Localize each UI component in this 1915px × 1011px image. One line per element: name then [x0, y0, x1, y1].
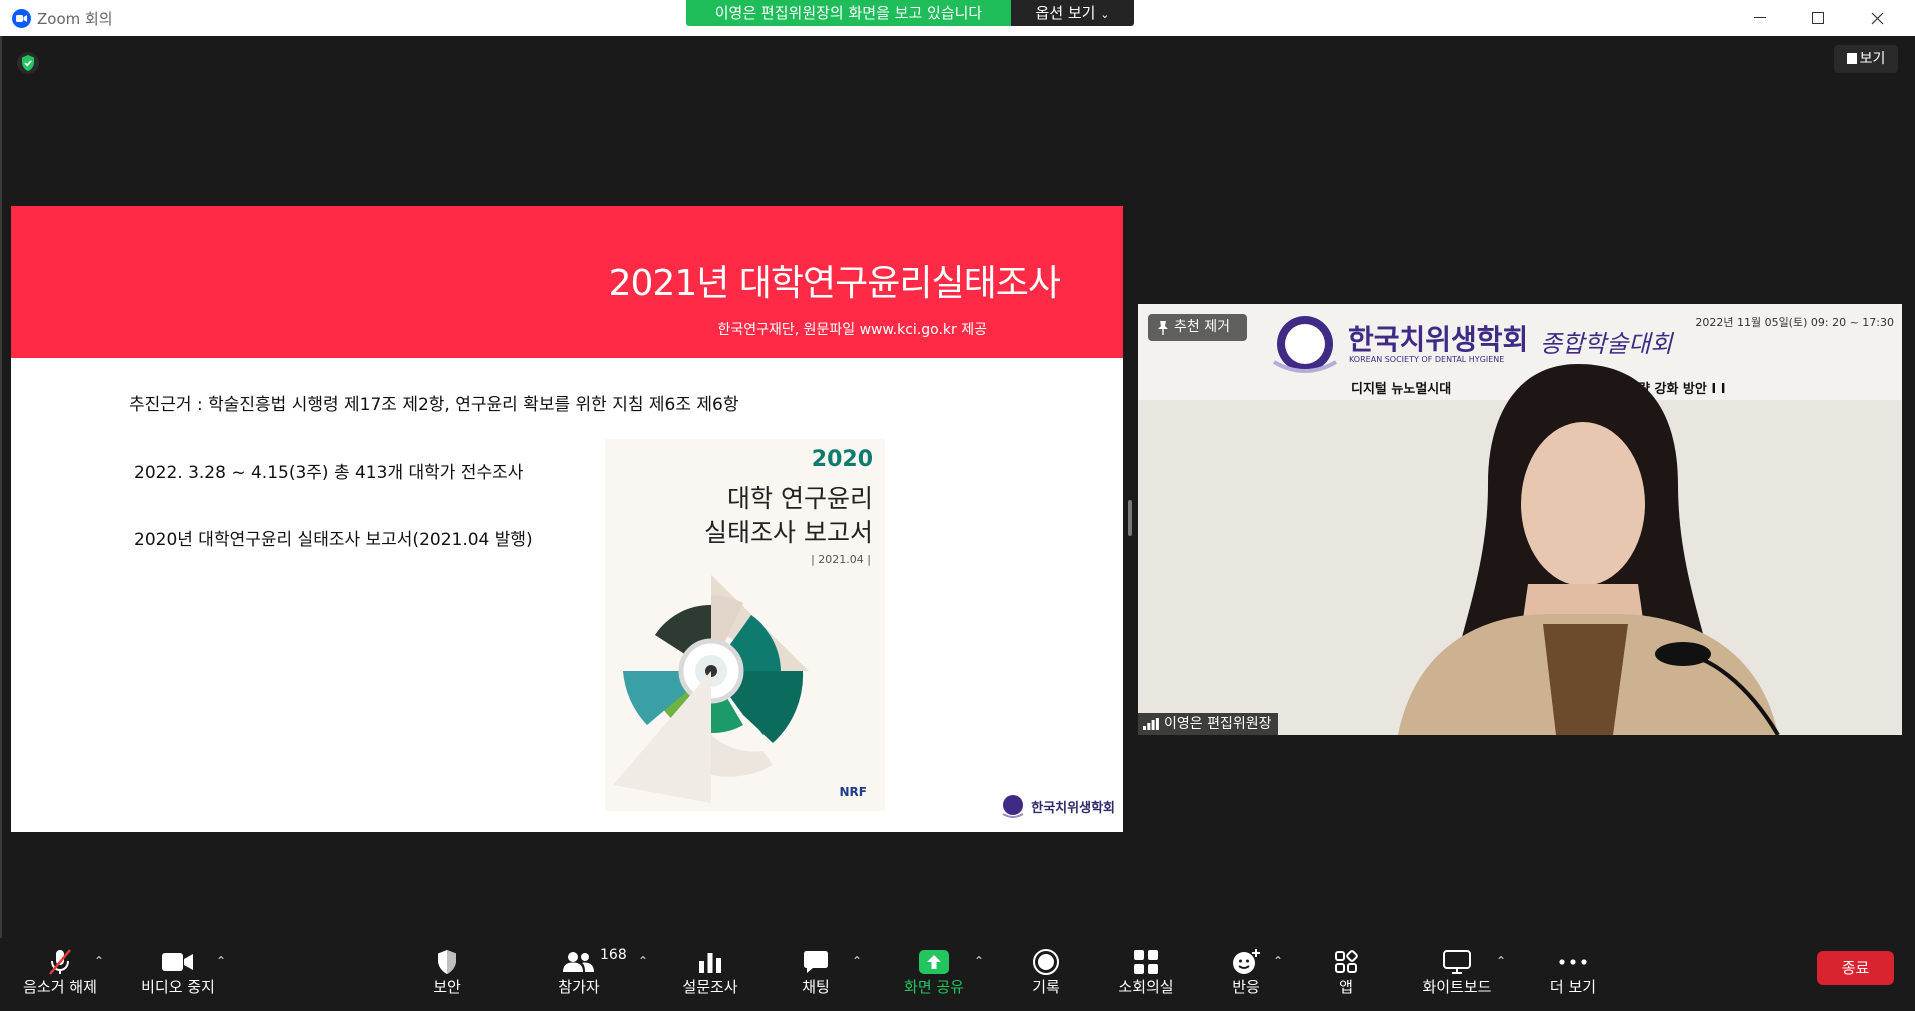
- cover-title-line2: 실태조사 보고서: [704, 518, 873, 547]
- chat-label: 채팅: [802, 978, 830, 996]
- record-icon: [1014, 948, 1078, 976]
- cover-graphic: [613, 575, 809, 803]
- backdrop-date: 2022년 11월 05일(토) 09: 20 ~ 17:30: [1695, 316, 1894, 329]
- slide-title: 2021년 대학연구윤리실태조사: [608, 263, 1061, 304]
- chat-options-chevron-up-icon[interactable]: ⌃: [852, 954, 862, 968]
- backdrop-org-name: 한국치위생학회: [1348, 323, 1529, 356]
- speaker-video-tile[interactable]: 2022년 11월 05일(토) 09: 20 ~ 17:30 한국치위생학회 …: [1138, 304, 1902, 735]
- report-cover-image: 2020 대학 연구윤리 실태조사 보고서 | 2021.04 | NRF: [605, 439, 885, 811]
- participants-count: 168: [600, 947, 627, 963]
- emoji-reaction-icon: [1214, 948, 1278, 976]
- split-divider-handle[interactable]: [1128, 500, 1132, 536]
- reactions-options-chevron-up-icon[interactable]: ⌃: [1273, 954, 1283, 968]
- view-options-button[interactable]: 옵션 보기 ⌄: [1011, 0, 1134, 26]
- breakout-rooms-icon: [1108, 948, 1184, 976]
- video-options-chevron-up-icon[interactable]: ⌃: [216, 954, 226, 968]
- slide-text-basis: 추진근거 : 학술진흥법 시행령 제17조 제2항, 연구윤리 확보를 위한 지…: [129, 395, 739, 415]
- more-dots-icon: [1538, 948, 1608, 976]
- minimize-button[interactable]: [1731, 0, 1789, 36]
- polls-label: 설문조사: [682, 978, 738, 996]
- minimize-icon: [1754, 17, 1766, 18]
- participants-options-chevron-up-icon[interactable]: ⌃: [638, 954, 648, 968]
- breakout-rooms-button[interactable]: 소회의실: [1108, 938, 1184, 1011]
- share-screen-button[interactable]: 화면 공유: [896, 938, 972, 1011]
- view-layout-button[interactable]: 보기: [1834, 45, 1898, 73]
- remove-spotlight-button[interactable]: 추천 제거: [1148, 314, 1247, 341]
- speaker-figure: [1398, 364, 1780, 735]
- participant-name: 이영은 편집위원장: [1164, 716, 1272, 732]
- apps-icon: [1314, 948, 1378, 976]
- ksdh-logo-icon: [1002, 795, 1024, 818]
- audio-options-chevron-up-icon[interactable]: ⌃: [94, 954, 104, 968]
- whiteboard-button[interactable]: 화이트보드: [1412, 938, 1502, 1011]
- window-title: Zoom 회의: [37, 10, 113, 28]
- apps-button[interactable]: 앱: [1314, 938, 1378, 1011]
- share-options-chevron-up-icon[interactable]: ⌃: [974, 954, 984, 968]
- polls-button[interactable]: 설문조사: [672, 938, 748, 1011]
- record-button[interactable]: 기록: [1014, 938, 1078, 1011]
- security-shield-icon: [415, 948, 479, 976]
- close-icon: [1871, 12, 1883, 24]
- stop-video-button[interactable]: 비디오 중지: [130, 938, 226, 1011]
- whiteboard-options-chevron-up-icon[interactable]: ⌃: [1496, 954, 1506, 968]
- whiteboard-label: 화이트보드: [1422, 978, 1492, 996]
- share-screen-label: 화면 공유: [904, 978, 964, 996]
- video-camera-icon: [130, 948, 226, 976]
- unmute-button[interactable]: 음소거 해제: [12, 938, 108, 1011]
- slide-subtitle: 한국연구재단, 원문파일 www.kci.go.kr 제공: [717, 322, 987, 338]
- breakout-rooms-label: 소회의실: [1118, 978, 1174, 996]
- end-meeting-button[interactable]: 종료: [1817, 951, 1894, 985]
- cover-nrf-logo: NRF: [839, 785, 867, 799]
- signal-strength-icon: [1143, 718, 1159, 730]
- cover-date: | 2021.04 |: [811, 553, 871, 566]
- stop-video-label: 비디오 중지: [141, 978, 215, 996]
- encryption-status-button[interactable]: [17, 52, 39, 74]
- remove-spotlight-label: 추천 제거: [1174, 319, 1230, 335]
- layout-icon: [1846, 53, 1857, 64]
- security-label: 보안: [433, 978, 461, 996]
- shield-check-icon: [22, 55, 34, 71]
- security-button[interactable]: 보안: [415, 938, 479, 1011]
- slide-society-logo: 한국치위생학회: [999, 794, 1115, 818]
- maximize-button[interactable]: [1789, 0, 1847, 36]
- reactions-label: 반응: [1232, 978, 1260, 996]
- participant-name-tag: 이영은 편집위원장: [1138, 713, 1278, 735]
- more-button[interactable]: 더 보기: [1538, 938, 1608, 1011]
- close-button[interactable]: [1848, 0, 1906, 36]
- apps-label: 앱: [1339, 978, 1353, 996]
- chat-button[interactable]: 채팅: [784, 938, 848, 1011]
- participants-label: 참가자: [558, 978, 600, 996]
- slide-logo-text: 한국치위생학회: [1031, 800, 1115, 816]
- bar-chart-icon: [672, 948, 748, 976]
- view-layout-label: 보기: [1859, 51, 1886, 67]
- slide-text-report: 2020년 대학연구윤리 실태조사 보고서(2021.04 발행): [134, 530, 533, 550]
- view-options-label: 옵션 보기: [1035, 4, 1096, 22]
- cover-title-line1: 대학 연구윤리: [727, 484, 873, 513]
- share-banner: 이영은 편집위원장의 화면을 보고 있습니다: [686, 0, 1011, 26]
- share-screen-icon: [896, 948, 972, 976]
- slide-header: 2021년 대학연구윤리실태조사 한국연구재단, 원문파일 www.kci.go…: [11, 206, 1123, 358]
- cover-year: 2020: [811, 447, 873, 472]
- unmute-label: 음소거 해제: [23, 978, 97, 996]
- record-label: 기록: [1032, 978, 1060, 996]
- shared-screen-slide: 2021년 대학연구윤리실태조사 한국연구재단, 원문파일 www.kci.go…: [11, 206, 1123, 832]
- meeting-toolbar: 음소거 해제 ⌃ 비디오 중지 ⌃ 보안 참가자 168 ⌃ 설문조사 채팅 ⌃…: [0, 938, 1915, 1011]
- zoom-logo-icon: [12, 9, 31, 28]
- chevron-down-icon: ⌄: [1100, 8, 1110, 21]
- pin-icon: [1158, 321, 1168, 335]
- slide-text-period: 2022. 3.28 ~ 4.15(3주) 총 413개 대학가 전수조사: [134, 463, 524, 483]
- more-label: 더 보기: [1549, 978, 1597, 996]
- maximize-icon: [1812, 12, 1824, 24]
- reactions-button[interactable]: 반응: [1214, 938, 1278, 1011]
- whiteboard-icon: [1412, 948, 1502, 976]
- chat-bubble-icon: [784, 948, 848, 976]
